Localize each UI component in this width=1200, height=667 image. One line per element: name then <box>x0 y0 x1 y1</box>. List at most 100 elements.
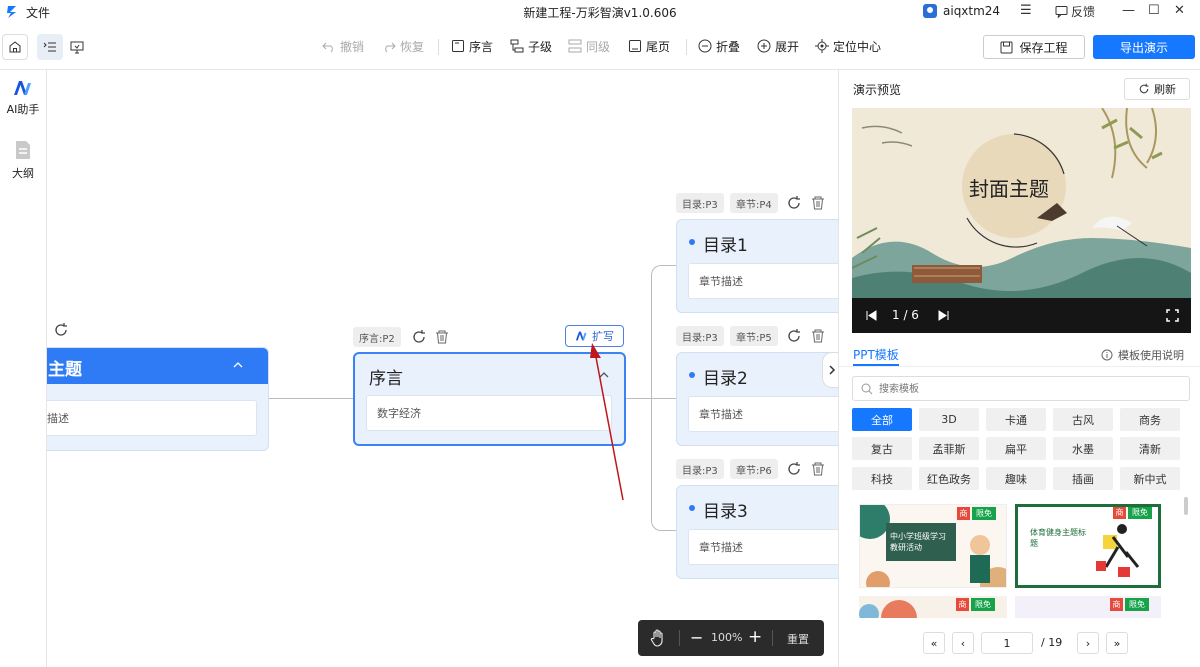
toolbar-divider <box>686 39 687 55</box>
title-bar: 文件 新建工程-万彩智演v1.0.606 aiqxtm24 ☰ 反馈 — ☐ ✕ <box>0 0 1200 24</box>
endpage-button[interactable]: 尾页 <box>628 35 670 57</box>
trash-icon[interactable] <box>810 461 826 477</box>
template-card[interactable]: 商 限免 <box>859 596 1007 618</box>
save-project-button[interactable]: 保存工程 <box>983 35 1085 59</box>
trash-icon[interactable] <box>434 329 450 345</box>
category-illustration[interactable]: 插画 <box>1053 467 1113 490</box>
chapter-node-desc[interactable]: 章节描述 <box>688 263 838 299</box>
category-3d[interactable]: 3D <box>919 408 979 431</box>
mindmap-canvas[interactable]: 主题 描述 序言:P2 扩写 序言 数字经济 目录:P3 章节:P4 目录1 章… <box>47 70 838 667</box>
chevron-up-icon[interactable] <box>232 360 244 370</box>
zoom-reset-button[interactable]: 重置 <box>787 631 809 647</box>
minimize-icon[interactable]: — <box>1122 3 1135 18</box>
page-total: / 19 <box>1041 636 1063 649</box>
sidebar-item-outline[interactable]: 大纲 <box>0 140 46 181</box>
category-cartoon[interactable]: 卡通 <box>986 408 1046 431</box>
section-tag: 章节:P5 <box>730 326 778 346</box>
refresh-icon[interactable] <box>786 461 802 477</box>
refresh-button[interactable]: 刷新 <box>1124 78 1190 100</box>
category-neo-chinese[interactable]: 新中式 <box>1120 467 1180 490</box>
menu-icon[interactable]: ☰ <box>1020 3 1032 18</box>
category-fresh[interactable]: 清新 <box>1120 437 1180 460</box>
commercial-badge: 商 <box>1110 598 1123 611</box>
refresh-icon[interactable] <box>411 329 427 345</box>
category-retro[interactable]: 复古 <box>852 437 912 460</box>
user-account[interactable]: aiqxtm24 <box>922 3 1000 19</box>
expand-button[interactable]: 展开 <box>757 35 799 57</box>
locate-center-button[interactable]: 定位中心 <box>815 35 881 57</box>
category-ink[interactable]: 水墨 <box>1053 437 1113 460</box>
first-page-button[interactable]: « <box>923 632 945 654</box>
page-tag: 目录:P3 <box>676 459 724 479</box>
category-fun[interactable]: 趣味 <box>986 467 1046 490</box>
next-page-button[interactable]: › <box>1077 632 1099 654</box>
chapter-node-title[interactable]: 目录1 <box>703 231 748 256</box>
zoom-divider <box>772 630 773 646</box>
chapter-node-title[interactable]: 目录3 <box>703 497 748 522</box>
template-card[interactable]: 中小学班级学习教研活动 商 限免 <box>859 504 1007 588</box>
next-slide-icon[interactable] <box>938 310 949 321</box>
refresh-icon[interactable] <box>786 328 802 344</box>
cover-node[interactable]: 主题 描述 <box>47 347 269 451</box>
outline-icon <box>43 42 56 52</box>
search-input[interactable] <box>879 380 1179 398</box>
collapse-button[interactable]: 折叠 <box>698 35 740 57</box>
zoom-in-button[interactable]: + <box>748 627 762 647</box>
home-button[interactable] <box>2 34 28 60</box>
template-card[interactable]: 商 限免 <box>1015 596 1161 618</box>
search-icon <box>861 383 873 395</box>
category-tech[interactable]: 科技 <box>852 467 912 490</box>
category-memphis[interactable]: 孟菲斯 <box>919 437 979 460</box>
last-page-button[interactable]: » <box>1106 632 1128 654</box>
preface-node-title[interactable]: 序言 <box>369 364 403 389</box>
template-search[interactable] <box>852 376 1190 401</box>
category-ancient[interactable]: 古风 <box>1053 408 1113 431</box>
hand-tool-icon[interactable] <box>650 629 667 647</box>
avatar-icon <box>923 4 937 18</box>
cover-node-title[interactable]: 主题 <box>48 355 82 380</box>
chapter-node[interactable]: 目录2 章节描述 <box>676 352 838 446</box>
close-icon[interactable]: ✕ <box>1174 3 1185 18</box>
chapter-node[interactable]: 目录3 章节描述 <box>676 485 838 579</box>
trash-icon[interactable] <box>810 328 826 344</box>
refresh-icon[interactable] <box>786 195 802 211</box>
panel-toggle-button[interactable] <box>822 352 838 388</box>
preface-button[interactable]: 序言 <box>451 35 493 57</box>
category-business[interactable]: 商务 <box>1120 408 1180 431</box>
presentation-view-button[interactable] <box>64 34 90 60</box>
prev-slide-icon[interactable] <box>866 310 877 321</box>
maximize-icon[interactable]: ☐ <box>1148 3 1160 18</box>
template-help-link[interactable]: 模板使用说明 <box>1101 347 1184 363</box>
endpage-label: 尾页 <box>646 39 671 54</box>
commercial-badge: 商 <box>956 598 969 611</box>
zoom-out-button[interactable]: − <box>690 628 703 647</box>
undo-button[interactable]: 撤销 <box>322 35 364 57</box>
tab-ppt-templates[interactable]: PPT模板 <box>853 346 899 363</box>
fullscreen-icon[interactable] <box>1166 309 1179 322</box>
cover-node-desc[interactable]: 描述 <box>47 400 257 436</box>
slide-preview[interactable]: 封面主题 1 / 6 <box>852 108 1191 333</box>
category-all[interactable]: 全部 <box>852 408 912 431</box>
trash-icon[interactable] <box>810 195 826 211</box>
feedback-button[interactable]: 反馈 <box>1055 3 1095 20</box>
category-red-gov[interactable]: 红色政务 <box>919 467 979 490</box>
redo-button[interactable]: 恢复 <box>382 35 424 57</box>
sibling-button[interactable]: 同级 <box>568 35 610 57</box>
preface-node-desc[interactable]: 数字经济 <box>366 395 612 431</box>
chapter-node[interactable]: 目录1 章节描述 <box>676 219 838 313</box>
outline-view-button[interactable] <box>37 34 63 60</box>
child-button[interactable]: 子级 <box>510 35 552 57</box>
page-input[interactable]: 1 <box>981 632 1033 654</box>
export-button[interactable]: 导出演示 <box>1093 35 1195 59</box>
sidebar-item-ai-assistant[interactable]: AI助手 <box>0 80 46 117</box>
category-flat[interactable]: 扁平 <box>986 437 1046 460</box>
scrollbar-thumb[interactable] <box>1184 497 1188 515</box>
refresh-icon[interactable] <box>53 322 69 338</box>
main-toolbar: 撤销 恢复 序言 子级 同级 尾页 折叠 展开 定位中心 保存工程 导出演示 <box>0 24 1200 70</box>
chapter-node-desc[interactable]: 章节描述 <box>688 529 838 565</box>
template-card[interactable]: 体育健身主题标题 商 限免 <box>1015 504 1161 588</box>
prev-page-button[interactable]: ‹ <box>952 632 974 654</box>
chapter-node-title[interactable]: 目录2 <box>703 364 748 389</box>
chapter-node-desc[interactable]: 章节描述 <box>688 396 838 432</box>
free-badge: 限免 <box>1128 507 1152 519</box>
